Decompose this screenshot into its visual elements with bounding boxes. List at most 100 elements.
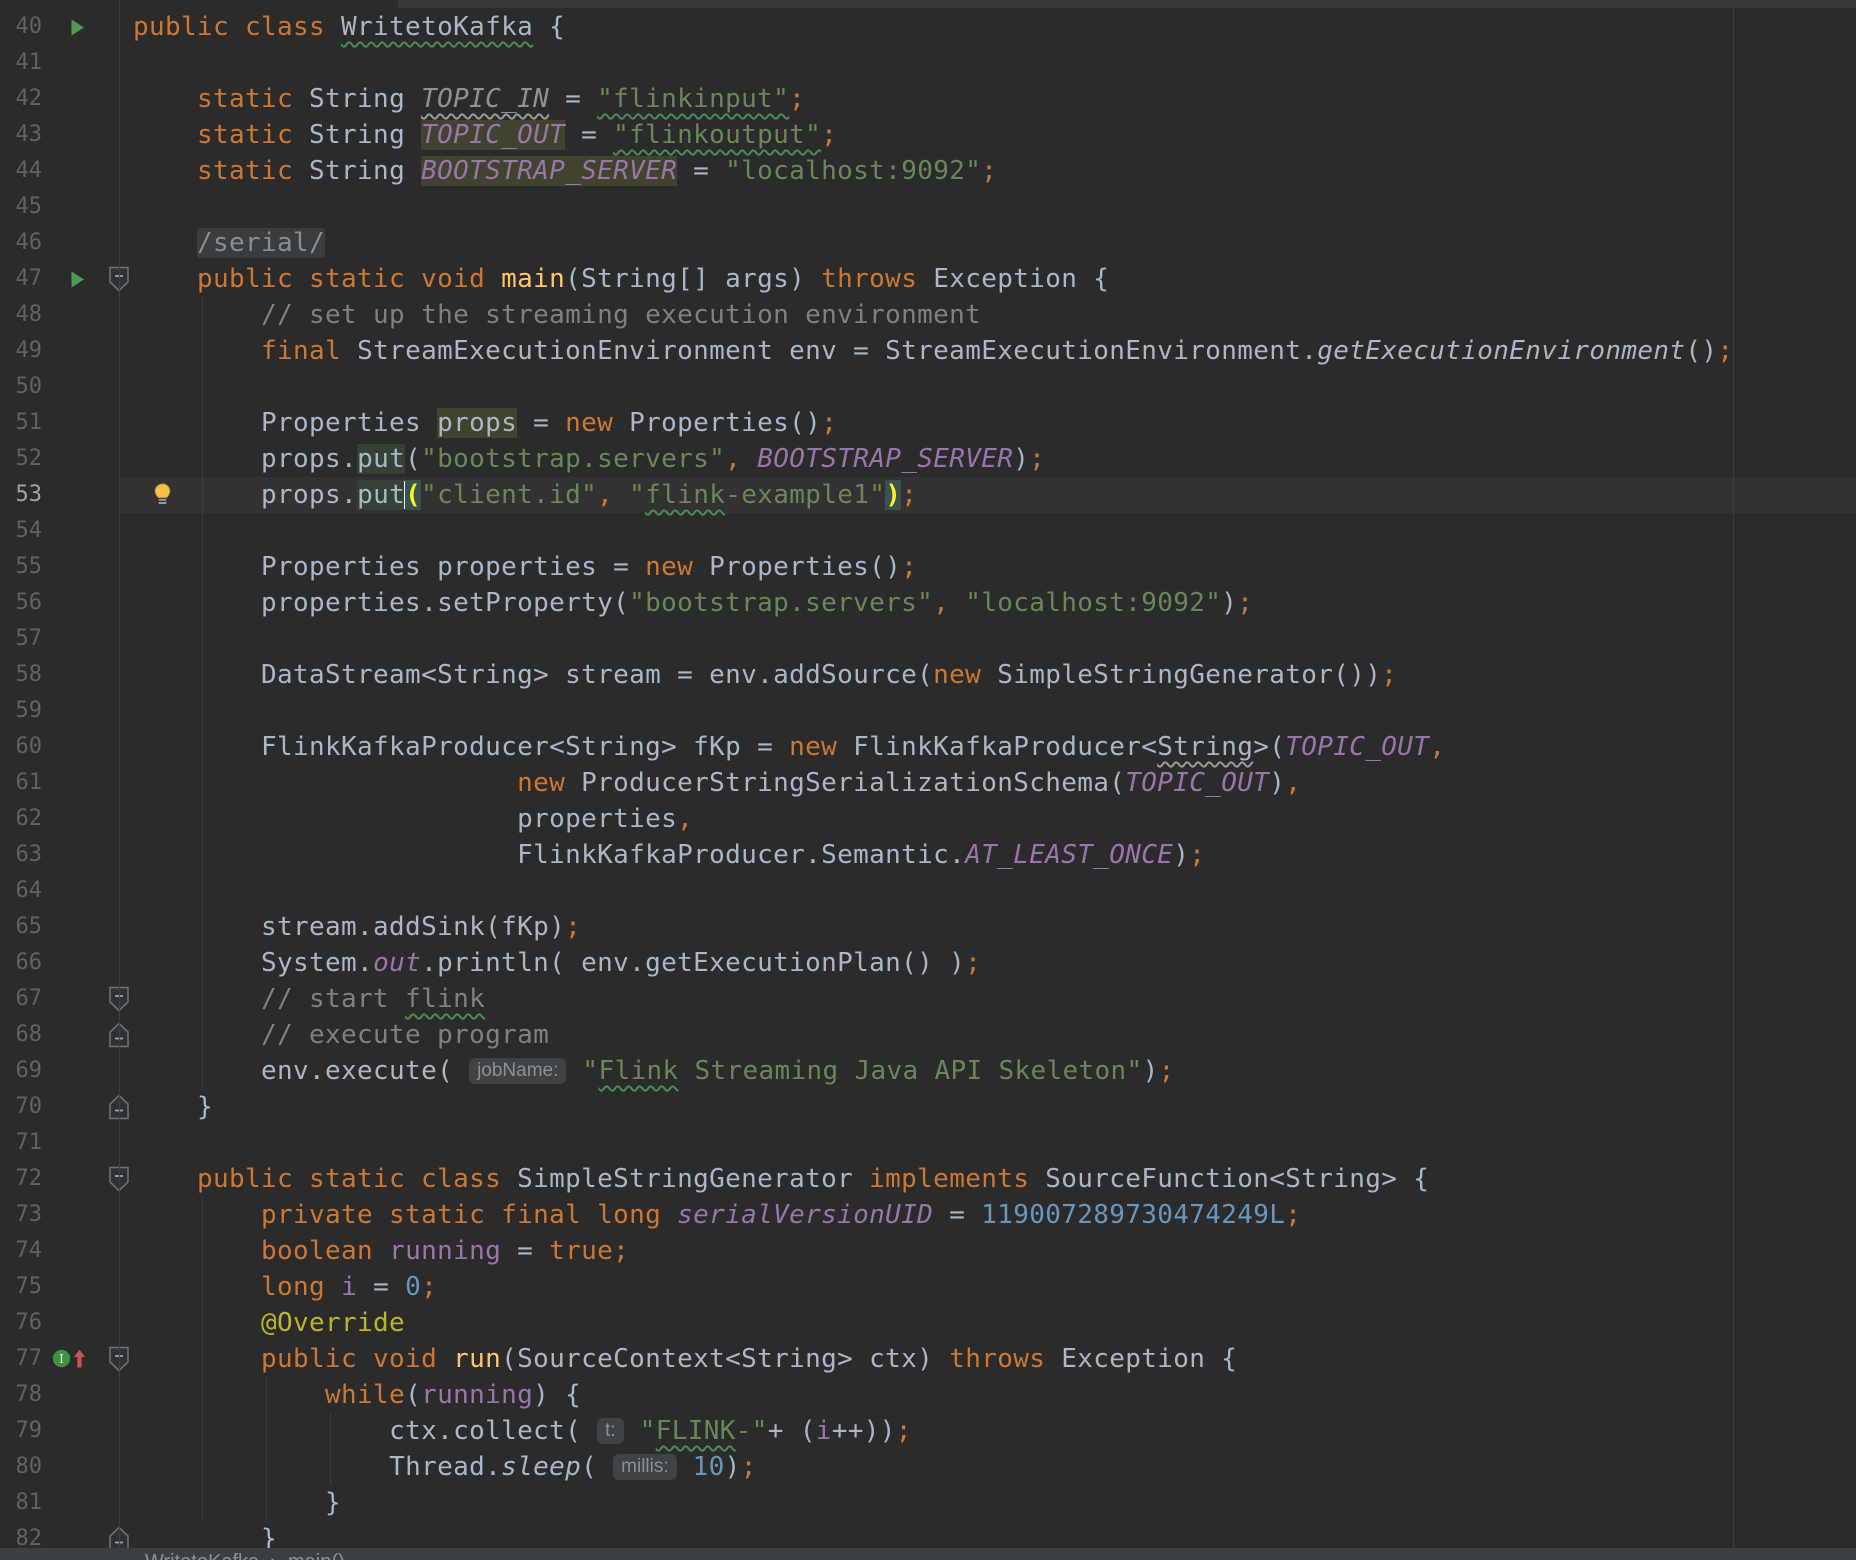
code-line[interactable]: 44 static String BOOTSTRAP_SERVER = "loc… <box>0 153 1856 189</box>
fold-region-start-icon[interactable] <box>108 986 130 1012</box>
code-line[interactable]: 49 final StreamExecutionEnvironment env … <box>0 333 1856 369</box>
code-line[interactable]: 55 Properties properties = new Propertie… <box>0 549 1856 585</box>
line-number: 71 <box>0 1125 42 1161</box>
fold-region-start-icon[interactable] <box>108 266 130 292</box>
code-text: while(running) { <box>133 1377 581 1413</box>
fold-region-end-icon[interactable] <box>108 1022 130 1048</box>
code-line[interactable]: 47 public static void main(String[] args… <box>0 261 1856 297</box>
code-line[interactable]: 79 ctx.collect( t: "FLINK-"+ (i++)); <box>0 1413 1856 1449</box>
line-number: 49 <box>0 333 42 369</box>
line-number: 62 <box>0 801 42 837</box>
code-line[interactable]: 65 stream.addSink(fKp); <box>0 909 1856 945</box>
code-text: // set up the streaming execution enviro… <box>133 297 981 333</box>
code-line[interactable]: 48 // set up the streaming execution env… <box>0 297 1856 333</box>
line-number: 63 <box>0 837 42 873</box>
code-line[interactable]: 58 DataStream<String> stream = env.addSo… <box>0 657 1856 693</box>
code-line[interactable]: 81 } <box>0 1485 1856 1521</box>
code-text: FlinkKafkaProducer.Semantic.AT_LEAST_ONC… <box>133 837 1205 873</box>
line-number: 66 <box>0 945 42 981</box>
code-line[interactable]: 69 env.execute( jobName: "Flink Streamin… <box>0 1053 1856 1089</box>
code-text: Thread.sleep( millis: 10); <box>133 1449 757 1485</box>
run-icon[interactable] <box>70 19 85 36</box>
code-line[interactable]: 43 static String TOPIC_OUT = "flinkoutpu… <box>0 117 1856 153</box>
code-text: DataStream<String> stream = env.addSourc… <box>133 657 1397 693</box>
code-editor[interactable]: 40public class WritetoKafka {4142 static… <box>0 0 1856 1560</box>
code-line[interactable]: 41 <box>0 45 1856 81</box>
line-number: 64 <box>0 873 42 909</box>
fold-region-start-icon[interactable] <box>108 1166 130 1192</box>
breadcrumb[interactable]: WritetoKafka › main() <box>145 1551 345 1560</box>
code-line[interactable]: 42 static String TOPIC_IN = "flinkinput"… <box>0 81 1856 117</box>
fold-region-start-icon[interactable] <box>108 1346 130 1372</box>
code-line[interactable]: 78 while(running) { <box>0 1377 1856 1413</box>
line-number: 74 <box>0 1233 42 1269</box>
line-number: 40 <box>0 9 42 45</box>
code-text: static String TOPIC_IN = "flinkinput"; <box>133 81 805 117</box>
code-line[interactable]: 40public class WritetoKafka { <box>0 9 1856 45</box>
intention-bulb-icon[interactable] <box>152 483 173 506</box>
line-number: 42 <box>0 81 42 117</box>
code-line[interactable]: 63 FlinkKafkaProducer.Semantic.AT_LEAST_… <box>0 837 1856 873</box>
line-number: 57 <box>0 621 42 657</box>
line-number: 55 <box>0 549 42 585</box>
line-number: 76 <box>0 1305 42 1341</box>
code-line[interactable]: 61 new ProducerStringSerializationSchema… <box>0 765 1856 801</box>
line-number: 50 <box>0 369 42 405</box>
code-line[interactable]: 50 <box>0 369 1856 405</box>
code-text: props.put("bootstrap.servers", BOOTSTRAP… <box>133 441 1045 477</box>
line-number: 52 <box>0 441 42 477</box>
code-line[interactable]: 56 properties.setProperty("bootstrap.ser… <box>0 585 1856 621</box>
code-line[interactable]: 70 } <box>0 1089 1856 1125</box>
svg-text:I: I <box>59 1351 64 1366</box>
code-line[interactable]: 64 <box>0 873 1856 909</box>
code-line[interactable]: 60 FlinkKafkaProducer<String> fKp = new … <box>0 729 1856 765</box>
implementing-method-icon[interactable]: I <box>52 1349 71 1368</box>
run-icon[interactable] <box>70 271 85 288</box>
code-line[interactable]: 52 props.put("bootstrap.servers", BOOTST… <box>0 441 1856 477</box>
tab-bar-edge <box>398 0 1856 8</box>
code-line[interactable]: 71 <box>0 1125 1856 1161</box>
navigate-up-icon[interactable] <box>73 1349 86 1368</box>
code-line[interactable]: 67 // start flink <box>0 981 1856 1017</box>
code-line[interactable]: 53 props.put("client.id", "flink-example… <box>0 477 1856 513</box>
code-line[interactable]: 76 @Override <box>0 1305 1856 1341</box>
line-number: 46 <box>0 225 42 261</box>
code-text: stream.addSink(fKp); <box>133 909 581 945</box>
code-line[interactable]: 74 boolean running = true; <box>0 1233 1856 1269</box>
code-line[interactable]: 45 <box>0 189 1856 225</box>
code-text: long i = 0; <box>133 1269 437 1305</box>
parameter-hint-pill: t: <box>597 1418 624 1444</box>
code-line[interactable]: 62 properties, <box>0 801 1856 837</box>
code-text: public static void main(String[] args) t… <box>133 261 1109 297</box>
code-line[interactable]: 77 I public void run(SourceContext<String… <box>0 1341 1856 1377</box>
code-text: public static class SimpleStringGenerato… <box>133 1161 1429 1197</box>
code-line[interactable]: 54 <box>0 513 1856 549</box>
code-line[interactable]: 57 <box>0 621 1856 657</box>
breadcrumb-bar[interactable]: WritetoKafka › main() <box>0 1548 1856 1560</box>
code-line[interactable]: 51 Properties props = new Properties(); <box>0 405 1856 441</box>
code-text: private static final long serialVersionU… <box>133 1197 1301 1233</box>
code-text: properties.setProperty("bootstrap.server… <box>133 585 1253 621</box>
code-text: ctx.collect( t: "FLINK-"+ (i++)); <box>133 1413 912 1449</box>
code-text: // execute program <box>133 1017 549 1053</box>
line-number: 81 <box>0 1485 42 1521</box>
code-line[interactable]: 73 private static final long serialVersi… <box>0 1197 1856 1233</box>
line-number: 78 <box>0 1377 42 1413</box>
code-line[interactable]: 75 long i = 0; <box>0 1269 1856 1305</box>
code-line[interactable]: 72 public static class SimpleStringGener… <box>0 1161 1856 1197</box>
code-text: static String BOOTSTRAP_SERVER = "localh… <box>133 153 997 189</box>
code-line[interactable]: 68 // execute program <box>0 1017 1856 1053</box>
code-text: Properties properties = new Properties()… <box>133 549 917 585</box>
line-number: 61 <box>0 765 42 801</box>
line-number: 77 <box>0 1341 42 1377</box>
fold-region-end-icon[interactable] <box>108 1094 130 1120</box>
code-line[interactable]: 46 /serial/ <box>0 225 1856 261</box>
code-text: new ProducerStringSerializationSchema(TO… <box>133 765 1301 801</box>
code-text: public void run(SourceContext<String> ct… <box>133 1341 1237 1377</box>
code-line[interactable]: 80 Thread.sleep( millis: 10); <box>0 1449 1856 1485</box>
folded-region[interactable]: /serial/ <box>197 228 325 258</box>
code-text: FlinkKafkaProducer<String> fKp = new Fli… <box>133 729 1445 765</box>
code-line[interactable]: 66 System.out.println( env.getExecutionP… <box>0 945 1856 981</box>
code-line[interactable]: 59 <box>0 693 1856 729</box>
line-number: 70 <box>0 1089 42 1125</box>
